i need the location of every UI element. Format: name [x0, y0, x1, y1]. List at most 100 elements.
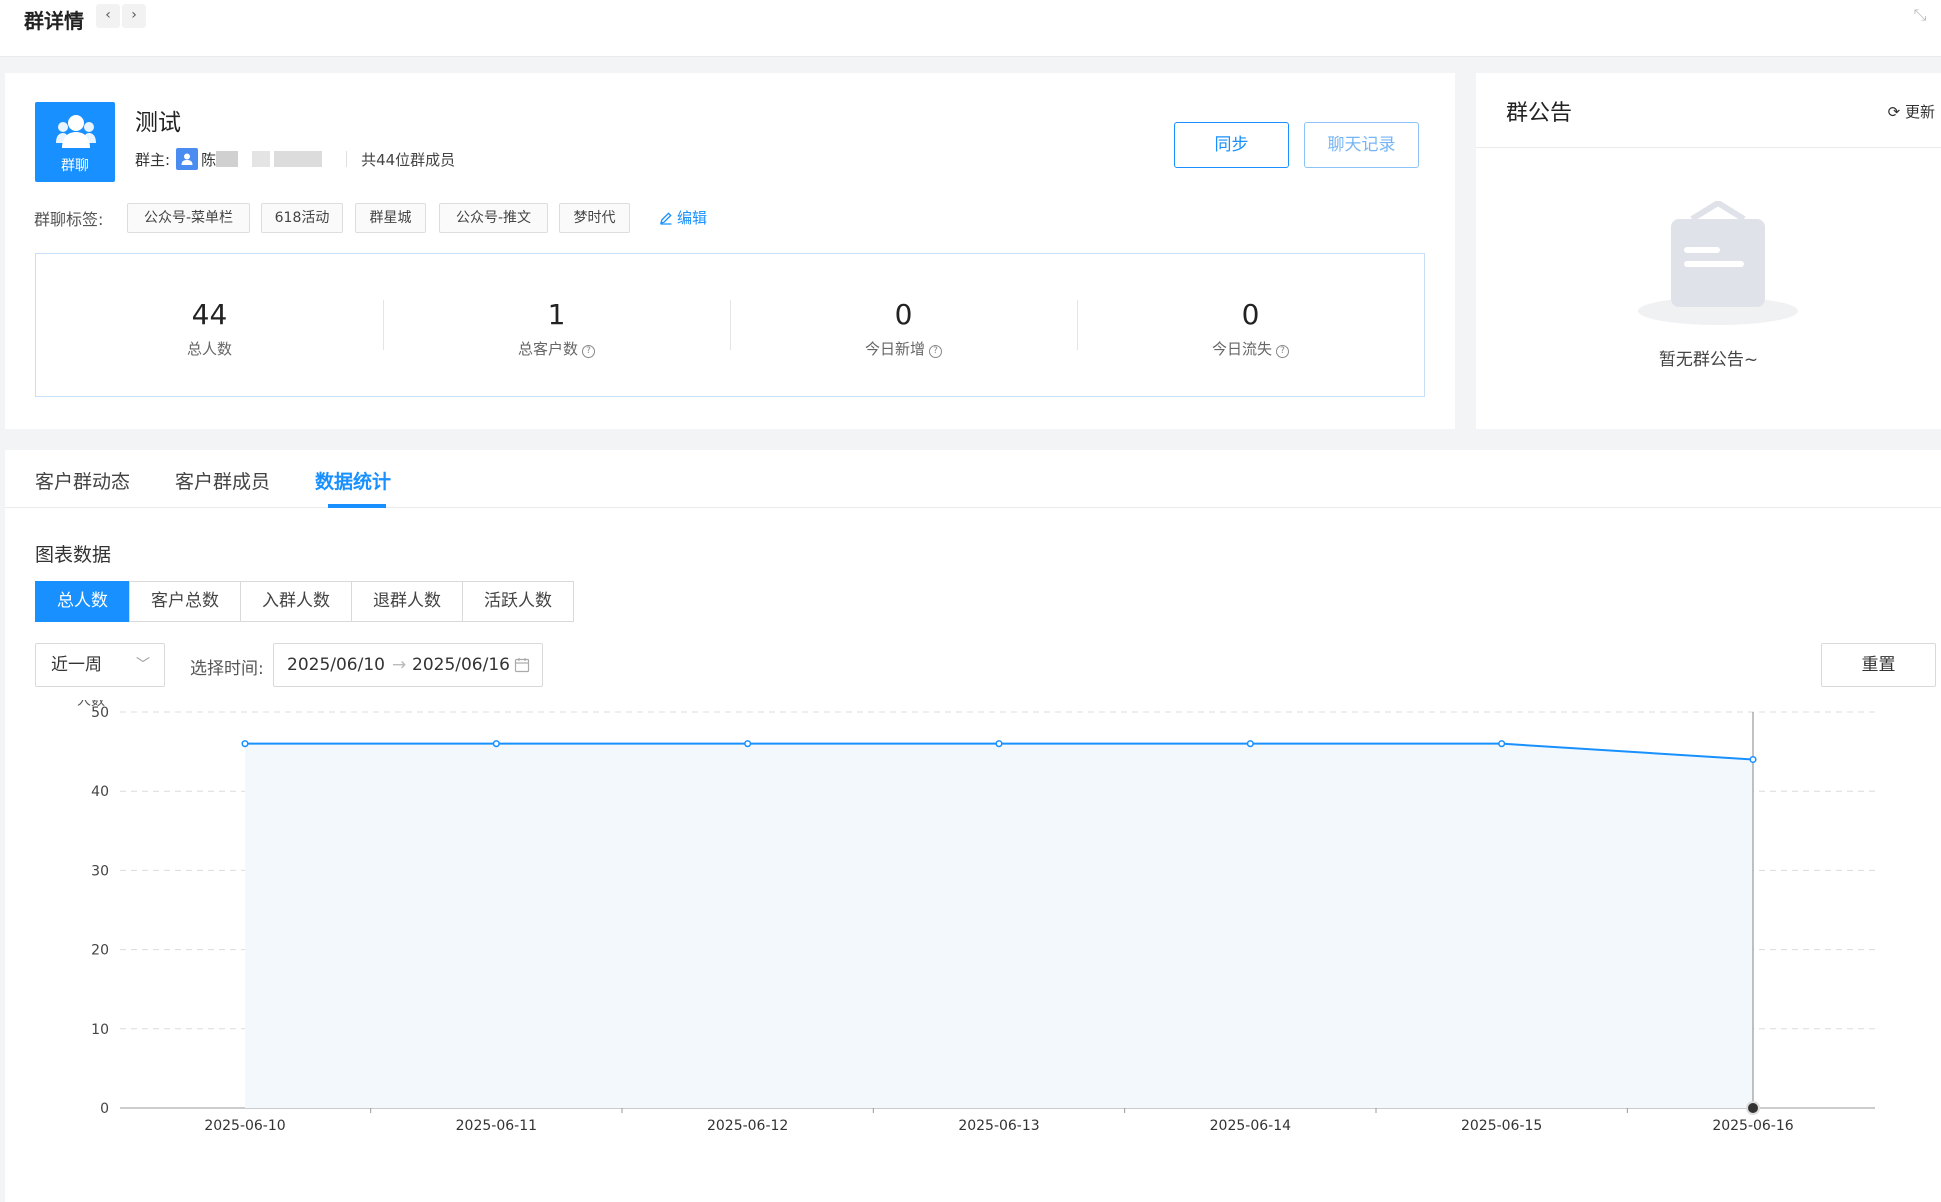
- stat-label: 总人数: [36, 338, 383, 359]
- data-point: [492, 740, 500, 748]
- time-label: 选择时间:: [190, 659, 264, 679]
- stat-label: 总客户数?: [383, 338, 730, 359]
- stat-label-text: 总人数: [186, 340, 232, 358]
- group-notice-card: 群公告 ⟳ 更新 暂无群公告~: [1476, 73, 1941, 429]
- data-point: [1498, 740, 1506, 748]
- data-point: [744, 740, 752, 748]
- group-tag: 公众号-推文: [439, 203, 548, 233]
- stat-value: 44: [191, 298, 228, 331]
- top-bar: 群详情 ‹ › ⤡: [0, 0, 1941, 57]
- stat-label: 今日新增?: [730, 338, 1077, 359]
- tags-label: 群聊标签:: [34, 210, 104, 229]
- data-point: [241, 740, 249, 748]
- redacted-block: [216, 151, 239, 167]
- sync-button[interactable]: 同步: [1174, 122, 1289, 168]
- owner-row: 群主: 陈 共44位群成员: [135, 147, 455, 171]
- group-tag: 梦时代: [559, 203, 630, 233]
- y-tick-label: 10: [91, 1022, 109, 1038]
- x-tick-label: 2025-06-14: [1210, 1118, 1291, 1134]
- refresh-notice-button[interactable]: ⟳ 更新: [1888, 101, 1935, 122]
- y-tick-label: 40: [91, 784, 109, 800]
- chat-history-button[interactable]: 聊天记录: [1304, 122, 1419, 168]
- date-range-picker[interactable]: 2025/06/10 → 2025/06/16: [273, 643, 543, 687]
- edit-label: 编辑: [677, 209, 708, 227]
- main-card: 客户群动态 客户群成员 数据统计 图表数据 总人数 客户总数 入群人数 退群人数…: [5, 450, 1941, 1202]
- empty-inbox-icon: [1638, 201, 1798, 325]
- start-date[interactable]: 2025/06/10: [287, 644, 385, 686]
- group-tag: 群星城: [355, 203, 426, 233]
- stat-total-customers: 1 总客户数?: [383, 254, 730, 398]
- group-avatar: 群聊: [35, 102, 115, 182]
- owner-label: 群主:: [135, 150, 171, 169]
- chevron-down-icon: ﹀: [136, 657, 150, 673]
- y-tick-label: 50: [91, 705, 109, 721]
- tab-group-members[interactable]: 客户群成员: [175, 467, 270, 494]
- next-page-button[interactable]: ›: [122, 4, 146, 28]
- divider: [346, 151, 348, 167]
- metric-tab-active[interactable]: 活跃人数: [462, 581, 574, 622]
- calendar-icon: [514, 658, 530, 673]
- refresh-icon: ⟳: [1887, 103, 1901, 121]
- section-title: 图表数据: [35, 544, 112, 566]
- x-tick-label: 2025-06-12: [707, 1118, 788, 1134]
- redacted-block: [252, 151, 271, 167]
- person-icon: [176, 148, 199, 170]
- group-info-card: 群聊 测试 群主: 陈 共44位群成员 同步 聊天记录 群聊标签: 公众号-菜单…: [5, 73, 1455, 429]
- stat-label-text: 今日流失: [1211, 340, 1272, 358]
- stat-label: 今日流失?: [1077, 338, 1424, 359]
- stat-today-lost: 0 今日流失?: [1077, 254, 1424, 398]
- page-title: 群详情: [24, 9, 84, 33]
- stats-box: 44 总人数 1 总客户数? 0 今日新增? 0 今日流失?: [35, 253, 1425, 397]
- stat-total-members: 44 总人数: [36, 254, 383, 398]
- metric-tab-total[interactable]: 总人数: [35, 581, 130, 622]
- total-members-chart: 人数010203040502025-06-10 2025-06-11 2025-06…: [77, 700, 1875, 1134]
- y-tick-label: 0: [100, 1101, 109, 1117]
- help-icon[interactable]: ?: [1276, 345, 1289, 358]
- empty-notice-text: 暂无群公告~: [1658, 350, 1759, 370]
- x-tick-label: 2025-06-13: [958, 1118, 1039, 1134]
- tab-group-activity[interactable]: 客户群动态: [35, 467, 130, 494]
- data-point: [1749, 755, 1757, 764]
- group-name: 测试: [135, 110, 181, 136]
- refresh-label: 更新: [1904, 103, 1935, 121]
- stat-label-text: 今日新增: [864, 340, 925, 358]
- tab-bar: 客户群动态 客户群成员 数据统计: [5, 450, 1941, 508]
- stat-value: 0: [1241, 298, 1260, 331]
- stat-label-text: 总客户数: [517, 340, 578, 358]
- edit-tags-link[interactable]: 编辑: [659, 207, 707, 228]
- x-tick-label: 2025-06-10: [204, 1118, 285, 1134]
- member-count: 共44位群成员: [361, 150, 456, 169]
- metric-tabs: 总人数 客户总数 入群人数 退群人数 活跃人数: [35, 581, 574, 622]
- help-icon[interactable]: ?: [582, 345, 595, 358]
- group-tag: 公众号-菜单栏: [127, 203, 250, 233]
- reset-button[interactable]: 重置: [1821, 643, 1936, 687]
- group-tag: 618活动: [261, 203, 343, 233]
- avatar-label: 群聊: [61, 158, 89, 174]
- redacted-block: [274, 151, 323, 167]
- y-tick-label: 20: [91, 943, 109, 959]
- period-select[interactable]: 近一周 ﹀: [35, 643, 165, 687]
- divider: [1476, 147, 1941, 148]
- edit-icon: [660, 211, 672, 225]
- data-point: [995, 740, 1003, 748]
- end-date[interactable]: 2025/06/16: [412, 644, 510, 686]
- fullscreen-icon[interactable]: ⤡: [1911, 6, 1929, 24]
- help-icon[interactable]: ?: [929, 345, 942, 358]
- metric-tab-customers[interactable]: 客户总数: [129, 581, 241, 622]
- owner-name: 陈: [201, 150, 217, 169]
- x-tick-label: 2025-06-16: [1712, 1118, 1793, 1134]
- stat-value: 1: [547, 298, 566, 331]
- range-separator: →: [392, 655, 407, 675]
- notice-title: 群公告: [1506, 101, 1573, 126]
- stat-value: 0: [894, 298, 913, 331]
- x-tick-label: 2025-06-15: [1461, 1118, 1542, 1134]
- metric-tab-left[interactable]: 退群人数: [351, 581, 463, 622]
- prev-page-button[interactable]: ‹: [96, 4, 120, 28]
- group-users-icon: [56, 115, 96, 148]
- metric-tab-joined[interactable]: 入群人数: [240, 581, 352, 622]
- y-tick-label: 30: [91, 863, 109, 879]
- axis-pointer-handle: [1746, 1101, 1760, 1115]
- period-value: 近一周: [51, 655, 102, 675]
- series-area: [245, 743, 1753, 1108]
- tab-data-statistics[interactable]: 数据统计: [315, 467, 391, 494]
